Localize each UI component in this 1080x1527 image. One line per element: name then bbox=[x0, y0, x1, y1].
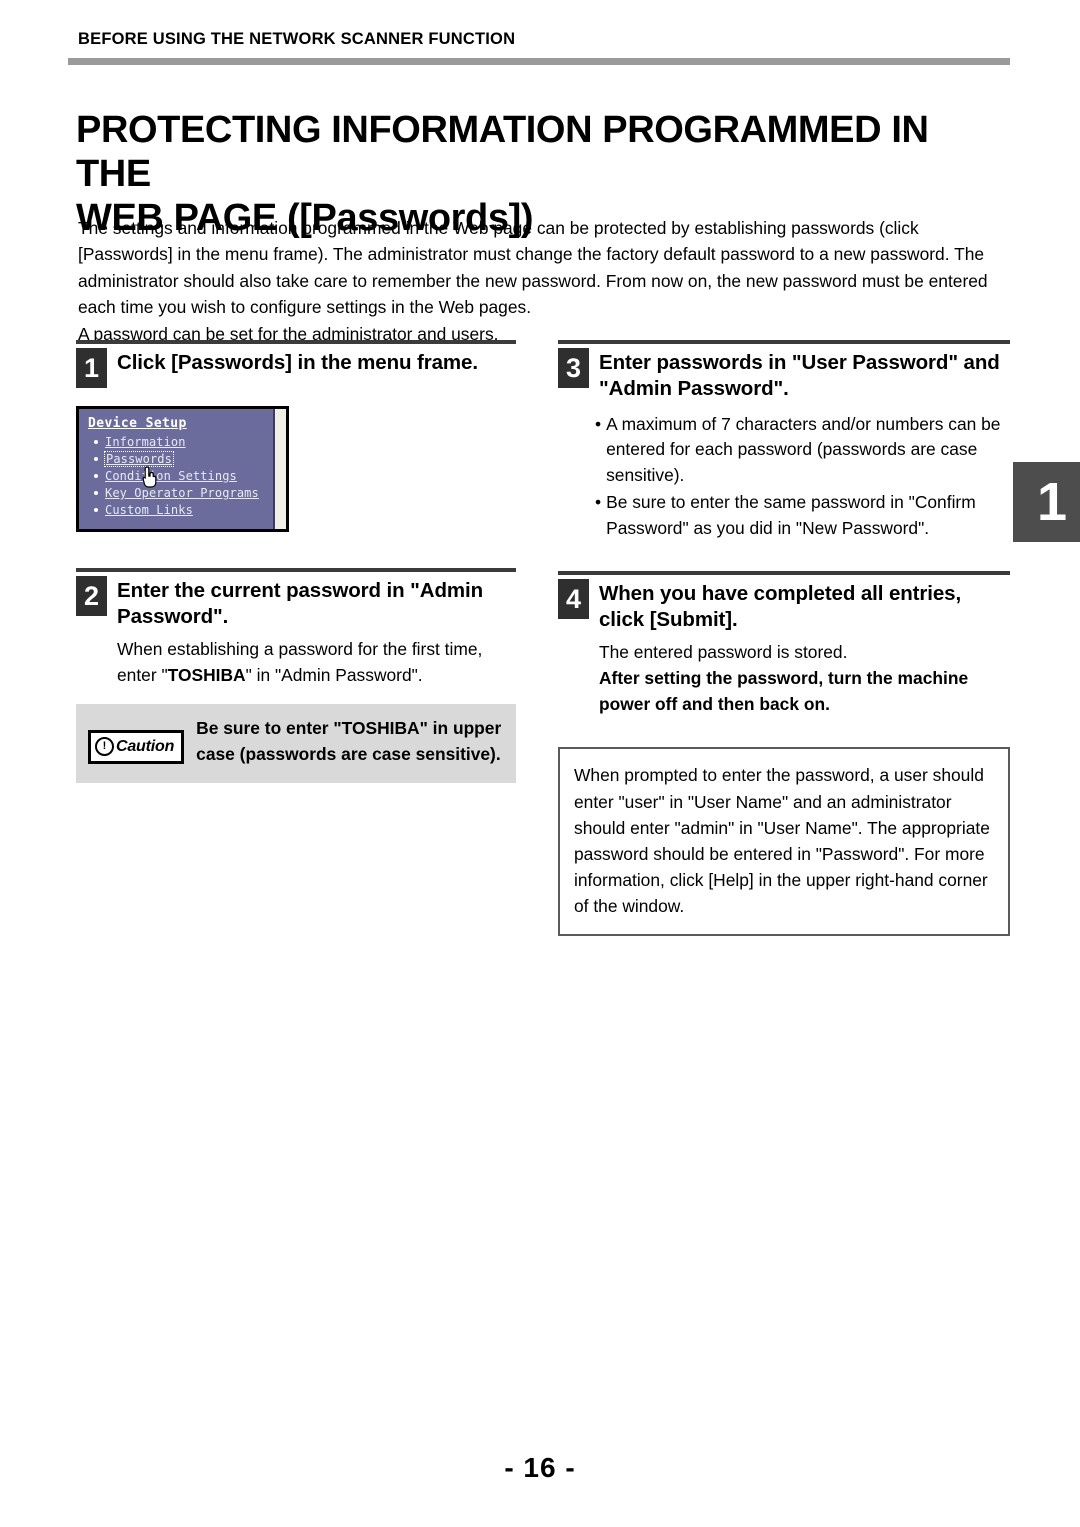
caution-badge: ! Caution bbox=[88, 729, 185, 764]
step-3-heading: 3 Enter passwords in "User Password" and… bbox=[558, 348, 1010, 402]
step-2-heading: 2 Enter the current password in "Admin P… bbox=[76, 576, 516, 630]
step-4-body: The entered password is stored. After se… bbox=[599, 639, 1010, 717]
menu-heading-device-setup: Device Setup bbox=[88, 416, 187, 431]
step-2-body-paragraph: When establishing a password for the fir… bbox=[117, 636, 516, 688]
bullet-marker: • bbox=[595, 413, 602, 434]
menu-frame: Device Setup Information Passwords Condi… bbox=[79, 409, 275, 529]
menu-scrollbar[interactable] bbox=[273, 409, 286, 529]
page-number: - 16 - bbox=[504, 1452, 576, 1483]
step-2-number-badge: 2 bbox=[76, 576, 107, 616]
caution-box: ! Caution Be sure to enter "TOSHIBA" in … bbox=[76, 703, 516, 784]
list-item-text: Be sure to enter the same password in "C… bbox=[606, 491, 976, 538]
left-column: 1 Click [Passwords] in the menu frame. D… bbox=[76, 340, 516, 784]
step-3-title: Enter passwords in "User Password" and "… bbox=[599, 351, 1000, 400]
menu-item-label: Condition Settings bbox=[105, 469, 237, 483]
step-2-body: When establishing a password for the fir… bbox=[117, 636, 516, 688]
bullet-dot-icon bbox=[94, 457, 98, 461]
bullet-dot-icon bbox=[94, 474, 98, 478]
step-1-heading: 1 Click [Passwords] in the menu frame. bbox=[76, 348, 516, 388]
step-4-body-bold: After setting the password, turn the mac… bbox=[599, 668, 969, 715]
menu-item-passwords[interactable]: Passwords bbox=[94, 451, 275, 467]
step-1-title: Click [Passwords] in the menu frame. bbox=[117, 351, 478, 374]
step-4-number-badge: 4 bbox=[558, 579, 589, 620]
bullet-dot-icon bbox=[94, 440, 98, 444]
running-header: BEFORE USING THE NETWORK SCANNER FUNCTIO… bbox=[78, 30, 516, 48]
step-3: 3 Enter passwords in "User Password" and… bbox=[558, 340, 1010, 541]
page-title-line1: PROTECTING INFORMATION PROGRAMMED IN THE bbox=[76, 109, 929, 196]
step-4: 4 When you have completed all entries, c… bbox=[558, 571, 1010, 717]
step-1: 1 Click [Passwords] in the menu frame. D… bbox=[76, 340, 516, 532]
step-3-rule bbox=[558, 340, 1010, 344]
menu-item-label: Key Operator Programs bbox=[105, 486, 259, 500]
intro-text: The settings and information programmed … bbox=[78, 215, 1008, 347]
bullet-dot-icon bbox=[94, 491, 98, 495]
menu-item-label: Passwords bbox=[104, 451, 174, 467]
chapter-tab-marker: 1 bbox=[1013, 462, 1080, 542]
bullet-dot-icon bbox=[94, 508, 98, 512]
bullet-marker: • bbox=[595, 491, 602, 512]
step-2-rule bbox=[76, 568, 516, 572]
header-divider-rule bbox=[68, 58, 1010, 65]
intro-paragraph-1: The settings and information programmed … bbox=[78, 218, 988, 318]
step-3-bullet-list: • A maximum of 7 characters and/or numbe… bbox=[595, 412, 1010, 542]
exclamation-circle-icon: ! bbox=[95, 737, 114, 757]
step-4-body-plain: The entered password is stored. bbox=[599, 642, 848, 663]
list-item: • A maximum of 7 characters and/or numbe… bbox=[595, 412, 1010, 489]
step-2-body-bold: TOSHIBA bbox=[167, 664, 246, 685]
menu-item-information[interactable]: Information bbox=[94, 435, 275, 449]
menu-item-key-operator-programs[interactable]: Key Operator Programs bbox=[94, 486, 275, 500]
step-2-title: Enter the current password in "Admin Pas… bbox=[117, 579, 484, 628]
step-4-title: When you have completed all entries, cli… bbox=[599, 582, 962, 632]
menu-item-custom-links[interactable]: Custom Links bbox=[94, 503, 275, 517]
caution-badge-label: Caution bbox=[116, 737, 175, 755]
caution-text: Be sure to enter "TOSHIBA" in upper case… bbox=[196, 717, 502, 764]
step-2: 2 Enter the current password in "Admin P… bbox=[76, 568, 516, 784]
list-item: • Be sure to enter the same password in … bbox=[595, 490, 1010, 542]
step-4-heading: 4 When you have completed all entries, c… bbox=[558, 579, 1010, 633]
step-1-rule bbox=[76, 340, 516, 344]
step-2-body-suffix: " in "Admin Password". bbox=[245, 664, 423, 685]
right-column: 3 Enter passwords in "User Password" and… bbox=[558, 340, 1010, 937]
step-4-rule bbox=[558, 571, 1010, 576]
menu-item-label: Custom Links bbox=[105, 503, 193, 517]
device-setup-menu-screenshot: Device Setup Information Passwords Condi… bbox=[76, 406, 289, 532]
menu-item-condition-settings[interactable]: Condition Settings bbox=[94, 469, 275, 483]
note-box: When prompted to enter the password, a u… bbox=[558, 747, 1010, 937]
step-1-number-badge: 1 bbox=[76, 348, 107, 388]
document-page: BEFORE USING THE NETWORK SCANNER FUNCTIO… bbox=[0, 0, 1080, 1527]
note-box-text: When prompted to enter the password, a u… bbox=[574, 765, 990, 916]
list-item-text: A maximum of 7 characters and/or numbers… bbox=[606, 413, 1001, 486]
step-3-number-badge: 3 bbox=[558, 348, 589, 388]
menu-item-label: Information bbox=[105, 435, 186, 449]
